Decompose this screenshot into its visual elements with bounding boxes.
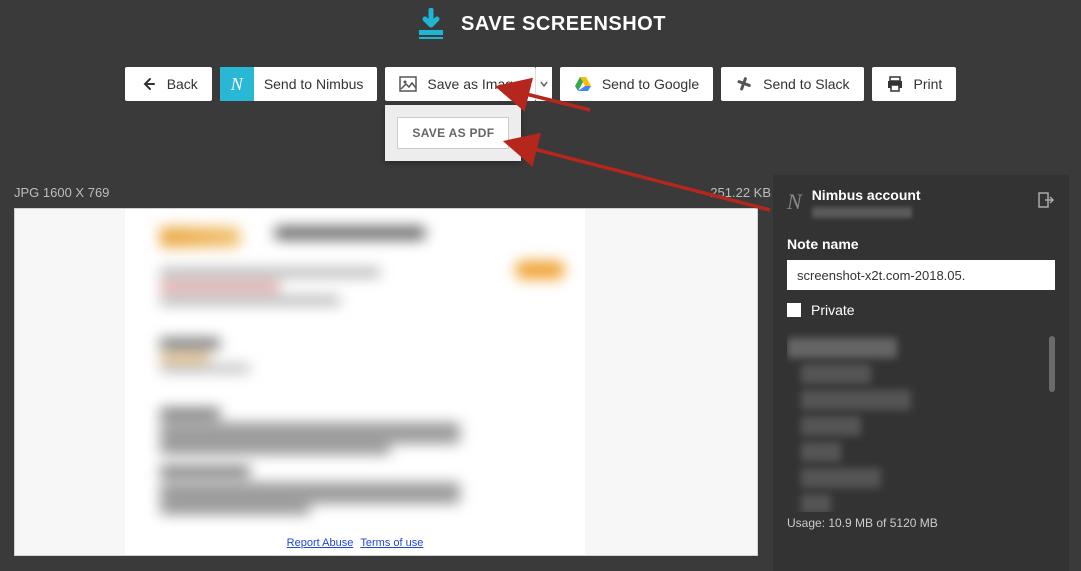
send-nimbus-label: Send to Nimbus bbox=[264, 76, 364, 92]
send-slack-label: Send to Slack bbox=[763, 76, 849, 92]
save-as-pdf-button[interactable]: SAVE AS PDF bbox=[397, 117, 509, 149]
toolbar: Back N Send to Nimbus Save as Image SAVE… bbox=[0, 67, 1081, 101]
list-item[interactable] bbox=[801, 442, 841, 462]
preview-footer: Report Abuse Terms of use bbox=[125, 537, 585, 549]
back-label: Back bbox=[167, 76, 198, 92]
usage-text: Usage: 10.9 MB of 5120 MB bbox=[787, 516, 1055, 530]
private-checkbox[interactable] bbox=[787, 303, 801, 317]
list-item[interactable] bbox=[787, 338, 897, 358]
send-google-button[interactable]: Send to Google bbox=[560, 67, 713, 101]
list-item[interactable] bbox=[801, 416, 861, 436]
private-label: Private bbox=[811, 302, 855, 318]
report-abuse-link[interactable]: Report Abuse bbox=[287, 537, 354, 549]
save-image-dropdown-toggle[interactable] bbox=[536, 67, 552, 101]
nimbus-icon: N bbox=[220, 67, 254, 101]
folder-list[interactable] bbox=[787, 332, 1055, 512]
back-button[interactable]: Back bbox=[125, 67, 212, 101]
nimbus-panel: N Nimbus account Note name Private Usage… bbox=[773, 175, 1069, 571]
arrow-left-icon bbox=[139, 75, 157, 93]
image-filesize: 251.22 KB bbox=[710, 185, 771, 200]
note-name-input[interactable] bbox=[787, 260, 1055, 290]
image-dimensions: JPG 1600 X 769 bbox=[14, 185, 109, 200]
screenshot-preview: Report Abuse Terms of use bbox=[14, 208, 758, 556]
list-item[interactable] bbox=[801, 494, 831, 512]
send-slack-button[interactable]: Send to Slack bbox=[721, 67, 863, 101]
terms-link[interactable]: Terms of use bbox=[360, 537, 423, 549]
print-icon bbox=[886, 75, 904, 93]
save-image-button[interactable]: Save as Image bbox=[385, 67, 535, 101]
send-nimbus-button[interactable]: N Send to Nimbus bbox=[220, 67, 378, 101]
send-google-label: Send to Google bbox=[602, 76, 699, 92]
page-title: SAVE SCREENSHOT bbox=[461, 13, 666, 36]
image-icon bbox=[399, 75, 417, 93]
list-item[interactable] bbox=[801, 468, 881, 488]
account-email bbox=[812, 207, 912, 218]
note-name-label: Note name bbox=[787, 236, 1055, 252]
list-item[interactable] bbox=[801, 364, 871, 384]
print-button[interactable]: Print bbox=[872, 67, 957, 101]
list-item[interactable] bbox=[801, 390, 911, 410]
nimbus-logo-icon: N bbox=[787, 189, 802, 215]
save-image-dropdown: SAVE AS PDF bbox=[385, 105, 521, 161]
save-image-label: Save as Image bbox=[427, 76, 520, 92]
google-drive-icon bbox=[574, 75, 592, 93]
print-label: Print bbox=[914, 76, 943, 92]
account-title: Nimbus account bbox=[812, 187, 1027, 203]
logout-icon[interactable] bbox=[1037, 191, 1055, 212]
download-icon bbox=[415, 8, 447, 40]
caret-down-icon bbox=[540, 80, 548, 88]
slack-icon bbox=[735, 75, 753, 93]
scrollbar-thumb[interactable] bbox=[1049, 336, 1055, 392]
